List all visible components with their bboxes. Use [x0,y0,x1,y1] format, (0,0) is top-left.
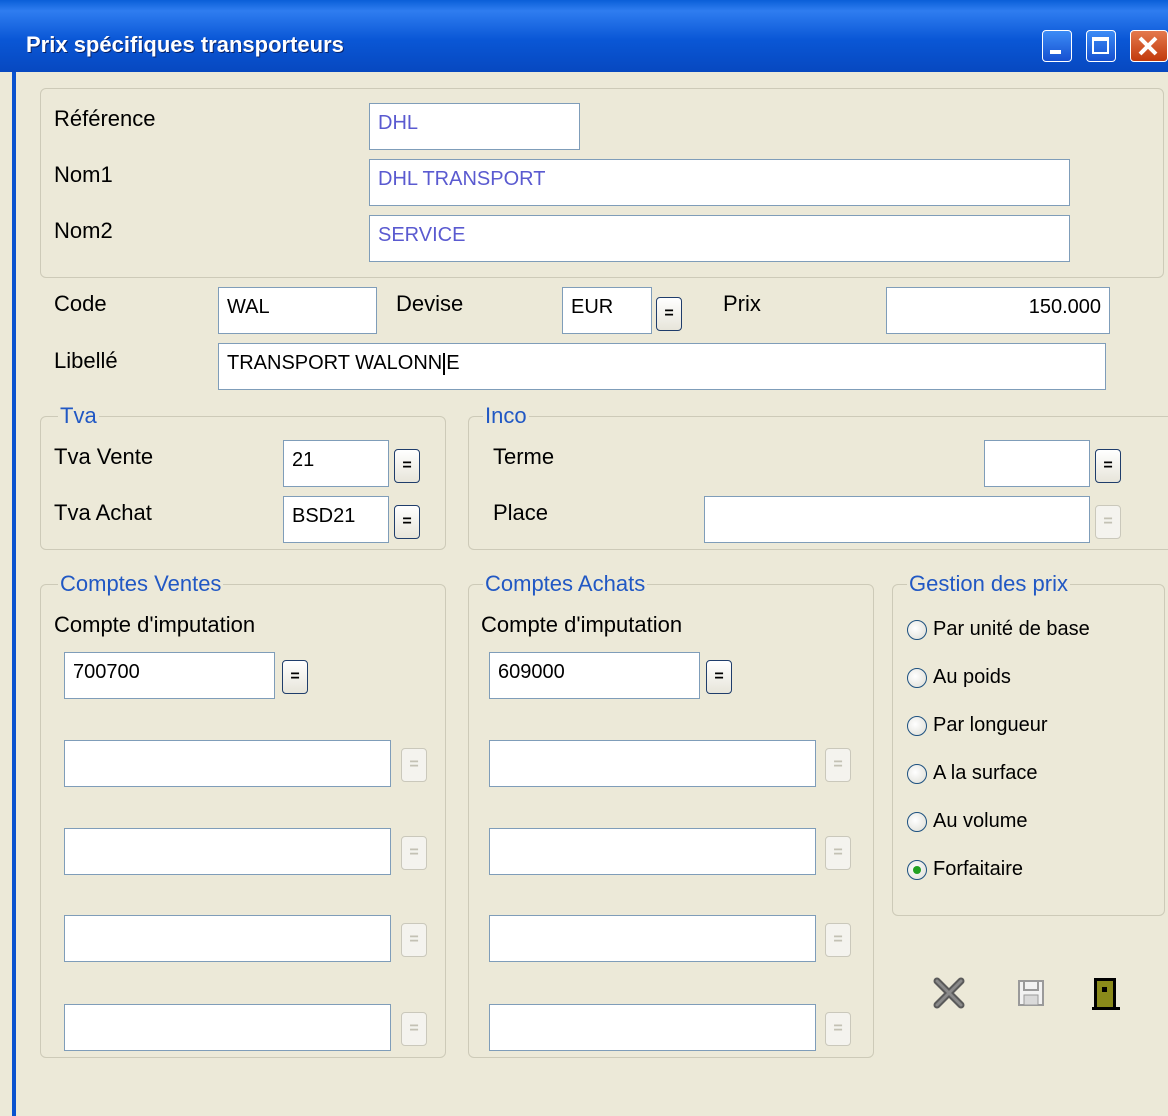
radio-option[interactable]: Par unité de base [907,618,1090,641]
comptes-achats-lookup-button-5[interactable]: = [825,1012,851,1046]
comptes-ventes-field-1[interactable]: 700700 [64,652,275,699]
comptes-ventes-field-2[interactable] [64,740,391,787]
inco-place-label: Place [493,500,549,525]
devise-label: Devise [396,291,464,316]
radio-label: Au volume [933,810,1028,832]
radio-option[interactable]: Forfaitaire [907,858,1023,881]
radio-label: Par unité de base [933,618,1090,640]
comptes-achats-lookup-button-2[interactable]: = [825,748,851,782]
exit-button[interactable] [1090,976,1122,1012]
radio-button[interactable] [907,859,927,880]
prix-label: Prix [723,291,761,316]
inco-place-lookup-button[interactable]: = [1095,505,1121,539]
reference-label: Référence [54,106,156,131]
minimize-button[interactable] [1042,30,1072,62]
inco-terme-field[interactable] [984,440,1090,487]
floppy-disk-icon [1018,980,1044,1006]
devise-lookup-button[interactable]: = [656,297,682,331]
comptes-achats-lookup-button-3[interactable]: = [825,836,851,870]
radio-button[interactable] [907,763,927,784]
comptes-ventes-lookup-button-5[interactable]: = [401,1012,427,1046]
maximize-icon [1092,37,1109,54]
radio-option[interactable]: Par longueur [907,714,1048,737]
close-icon [1138,36,1158,56]
comptes-achats-label: Compte d'imputation [481,612,683,637]
tva-achat-field[interactable]: BSD21 [283,496,389,543]
exit-door-icon [1092,978,1120,1010]
comptes-achats-field-4[interactable] [489,915,816,962]
maximize-button[interactable] [1086,30,1116,62]
tva-achat-lookup-button[interactable]: = [394,505,420,539]
tva-vente-label: Tva Vente [54,444,154,469]
radio-option[interactable]: A la surface [907,762,1038,785]
libelle-text-after-caret: E [446,352,460,374]
radio-button[interactable] [907,715,927,736]
comptes-ventes-lookup-button-3[interactable]: = [401,836,427,870]
inco-terme-lookup-button[interactable]: = [1095,449,1121,483]
inco-terme-label: Terme [493,444,555,469]
nom1-field[interactable]: DHL TRANSPORT [369,159,1070,206]
comptes-ventes-field-5[interactable] [64,1004,391,1051]
radio-button[interactable] [907,619,927,640]
tva-achat-label: Tva Achat [54,500,152,525]
inco-place-field[interactable] [704,496,1090,543]
nom2-label: Nom2 [54,218,113,243]
comptes-achats-lookup-button-4[interactable]: = [825,923,851,957]
comptes-achats-field-5[interactable] [489,1004,816,1051]
title-bar[interactable]: Prix spécifiques transporteurs [0,0,1168,72]
close-button[interactable] [1130,30,1168,62]
nom2-field[interactable]: SERVICE [369,215,1070,262]
radio-label: Au poids [933,666,1011,688]
cancel-x-icon [933,977,965,1009]
tva-vente-lookup-button[interactable]: = [394,449,420,483]
radio-label: Forfaitaire [933,858,1024,880]
tva-vente-field[interactable]: 21 [283,440,389,487]
libelle-field[interactable]: TRANSPORT WALONN E [218,343,1106,390]
reference-field[interactable]: DHL [369,103,580,150]
radio-option[interactable]: Au poids [907,666,1011,689]
radio-option[interactable]: Au volume [907,810,1028,833]
radio-label: Par longueur [933,714,1048,736]
window-title: Prix spécifiques transporteurs [26,32,344,57]
comptes-ventes-lookup-button-2[interactable]: = [401,748,427,782]
devise-field[interactable]: EUR [562,287,652,334]
inco-legend: Inco [483,403,529,429]
comptes-achats-field-1[interactable]: 609000 [489,652,700,699]
libelle-label: Libellé [54,348,118,373]
save-button[interactable] [1016,978,1046,1008]
comptes-achats-lookup-button-1[interactable]: = [706,660,732,694]
radio-button[interactable] [907,811,927,832]
gestion-prix-legend: Gestion des prix [907,571,1070,597]
comptes-achats-field-3[interactable] [489,828,816,875]
text-caret [443,352,446,375]
comptes-ventes-lookup-button-1[interactable]: = [282,660,308,694]
comptes-ventes-label: Compte d'imputation [54,612,256,637]
cancel-button[interactable] [932,976,966,1010]
code-label: Code [54,291,107,316]
radio-button[interactable] [907,667,927,688]
prix-field[interactable]: 150.000 [886,287,1110,334]
comptes-achats-field-2[interactable] [489,740,816,787]
comptes-achats-legend: Comptes Achats [483,571,648,597]
comptes-ventes-legend: Comptes Ventes [58,571,224,597]
libelle-text-before-caret: TRANSPORT WALONN [227,352,443,374]
window-body: Référence DHL Nom1 DHL TRANSPORT Nom2 SE… [12,72,1168,1116]
tva-legend: Tva [58,403,99,429]
comptes-ventes-lookup-button-4[interactable]: = [401,923,427,957]
nom1-label: Nom1 [54,162,113,187]
code-field[interactable]: WAL [218,287,377,334]
minimize-icon [1050,50,1061,54]
comptes-ventes-field-4[interactable] [64,915,391,962]
radio-label: A la surface [933,762,1038,784]
comptes-ventes-field-3[interactable] [64,828,391,875]
